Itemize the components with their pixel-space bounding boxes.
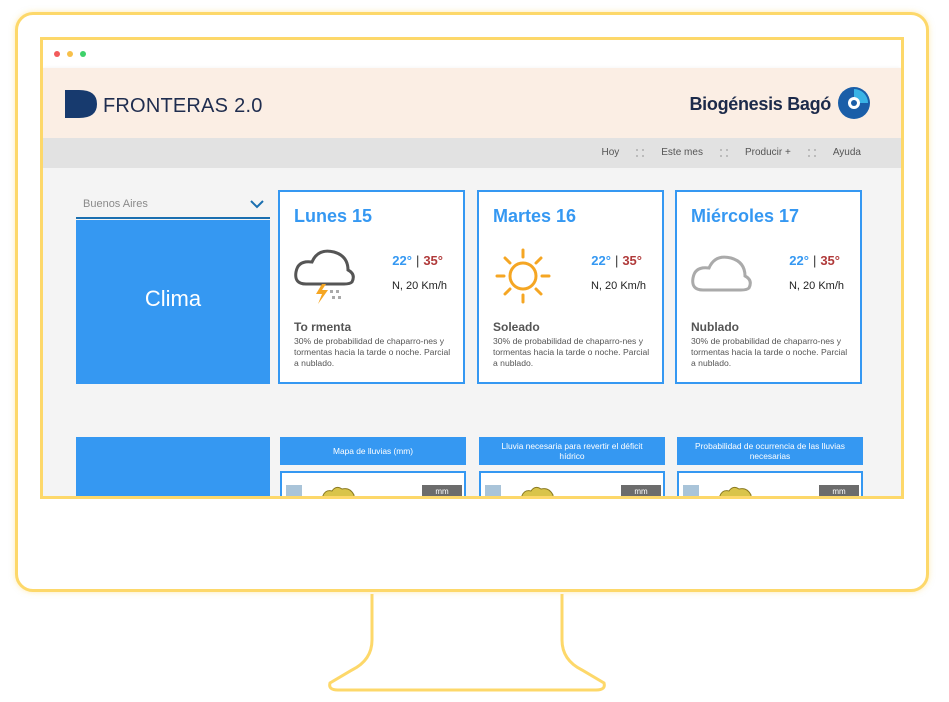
weather-condition: To rmenta (294, 320, 352, 334)
brand-logo-icon (838, 87, 870, 119)
map-panel[interactable]: mm (280, 471, 466, 496)
sun-icon (495, 248, 551, 304)
app-logo[interactable]: FRONTERAS 2.0 (103, 95, 263, 118)
map-title[interactable]: Lluvia necesaria para revertir el défici… (479, 437, 665, 465)
storm-icon (294, 249, 355, 304)
nav-item-ayuda[interactable]: Ayuda (833, 147, 861, 158)
map-panel[interactable]: mm (677, 471, 863, 496)
city-dropdown[interactable]: Buenos Aires (76, 195, 270, 219)
temp-separator: | (415, 253, 420, 268)
unit-label: mm (422, 485, 462, 496)
nav-separator-icon (635, 148, 645, 158)
forecast-card[interactable]: Martes 16 22° | 35° N, 20 Km/h Soleado 30%… (477, 190, 664, 384)
forecast-day: Lunes 15 (294, 206, 373, 226)
clima-title: Clima (144, 286, 202, 311)
app-logo-name: FRONTERAS (103, 95, 229, 117)
map-region-icon (719, 486, 752, 496)
app-header: FRONTERAS 2.0 Biogénesis Bagó (43, 68, 901, 138)
map-region-icon (322, 486, 355, 496)
weather-condition: Soleado (493, 320, 540, 334)
minimize-window-dot[interactable] (67, 51, 73, 57)
brand-name: Biogénesis Bagó (689, 94, 831, 114)
forecast-card[interactable]: Miércoles 17 22° | 35° N, 20 Km/h Nublado … (675, 190, 862, 384)
map-title[interactable]: Mapa de lluvias (mm) (280, 437, 466, 465)
forecast-card[interactable]: Lunes 15 22° | 35° N, 20 Km/h To rmenta 30… (278, 190, 465, 384)
forecast-day: Martes 16 (493, 206, 577, 226)
close-window-dot[interactable] (54, 51, 60, 57)
temp-max: 35° (820, 253, 840, 268)
temperature-range: 22° | 35° (392, 253, 443, 268)
weather-description: 30% de probabilidad de chaparro-nes y to… (294, 336, 451, 368)
unit-label: mm (621, 485, 661, 496)
left-panel-bottom[interactable] (76, 437, 270, 496)
map-title[interactable]: Probabilidad de ocurrencia de las lluvia… (677, 437, 863, 465)
clima-tile[interactable]: Clima (76, 220, 270, 384)
temperature-range: 22° | 35° (789, 253, 840, 268)
city-dropdown-value: Buenos Aires (83, 198, 148, 210)
weather-condition: Nublado (691, 320, 739, 334)
map-panel[interactable]: mm (479, 471, 665, 496)
nav-item-producir[interactable]: Producir + (745, 147, 791, 158)
wind-info: N, 20 Km/h (788, 280, 844, 292)
nav-item-hoy[interactable]: Hoy (601, 147, 619, 158)
map-region-icon (521, 486, 554, 496)
temp-max: 35° (622, 253, 642, 268)
thumbnail-icon (683, 485, 699, 496)
screen: FRONTERAS 2.0 Biogénesis Bagó Hoy Este me… (40, 37, 904, 499)
browser-bar (43, 40, 901, 68)
cloud-icon (691, 255, 752, 292)
temp-max: 35° (423, 253, 443, 268)
app-logo-version: 2.0 (234, 95, 263, 117)
temp-separator: | (614, 253, 619, 268)
thumbnail-icon (485, 485, 501, 496)
temp-separator: | (812, 253, 817, 268)
forecast-day: Miércoles 17 (691, 206, 800, 226)
wind-info: N, 20 Km/h (391, 280, 447, 292)
weather-description: 30% de probabilidad de chaparro-nes y to… (493, 336, 650, 368)
nav-separator-icon (719, 148, 729, 158)
unit-label: mm (819, 485, 859, 496)
nav-item-este-mes[interactable]: Este mes (661, 147, 703, 158)
temp-min: 22° (789, 253, 809, 268)
temperature-range: 22° | 35° (591, 253, 642, 268)
thumbnail-icon (286, 485, 302, 496)
temp-min: 22° (591, 253, 611, 268)
fronteras-logo-icon (65, 90, 97, 118)
wind-info: N, 20 Km/h (590, 280, 646, 292)
maximize-window-dot[interactable] (80, 51, 86, 57)
top-navigation: Hoy Este mes Producir + Ayuda (43, 138, 901, 168)
nav-separator-icon (807, 148, 817, 158)
chevron-down-icon[interactable] (250, 200, 264, 209)
temp-min: 22° (392, 253, 412, 268)
weather-description: 30% de probabilidad de chaparro-nes y to… (691, 336, 848, 368)
